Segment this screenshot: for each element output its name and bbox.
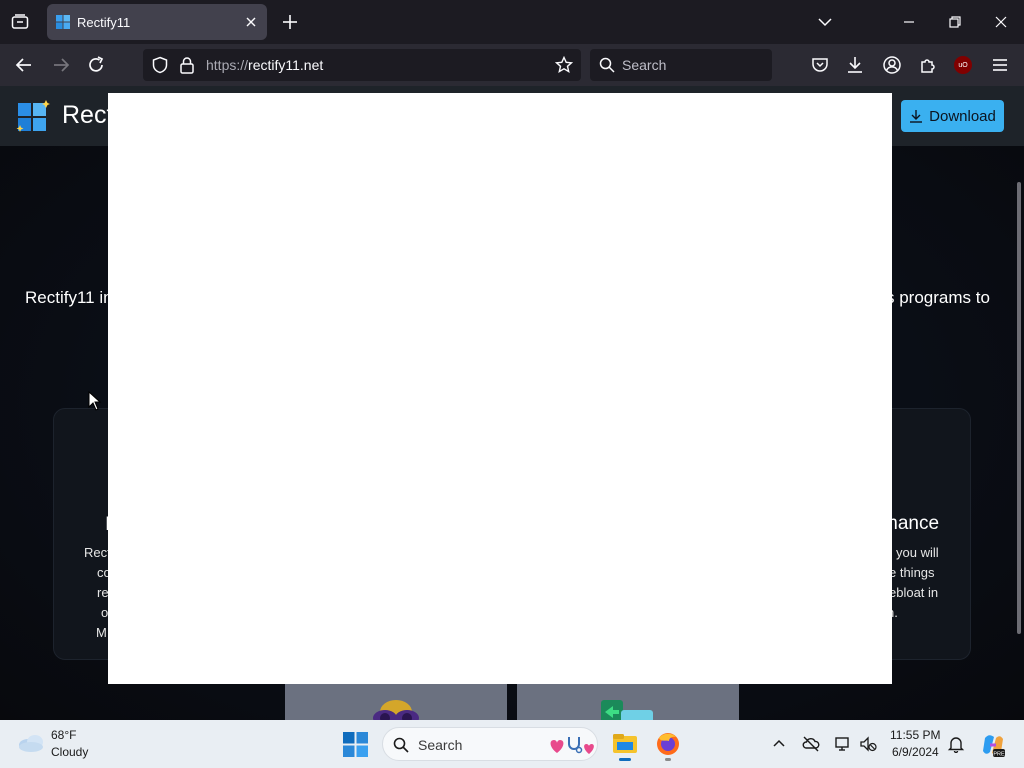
firefox-icon bbox=[657, 733, 679, 755]
weather-temperature[interactable]: 68°F bbox=[51, 728, 76, 742]
extensions-icon[interactable] bbox=[917, 54, 939, 76]
forward-arrow-icon[interactable] bbox=[50, 54, 72, 76]
onedrive-offline-icon[interactable] bbox=[802, 735, 820, 753]
search-icon bbox=[393, 737, 409, 753]
intro-text-right: s programs to bbox=[886, 288, 990, 307]
search-highlight-stethoscope-hearts-icon bbox=[550, 737, 594, 754]
binoculars-illustration-icon bbox=[373, 700, 419, 720]
copilot-icon[interactable]: PRE bbox=[980, 732, 1006, 758]
minimize-icon[interactable] bbox=[899, 12, 919, 32]
feature-card-left-line: re bbox=[97, 585, 109, 600]
browser-nav-bar: https://rectify11.net Search uO bbox=[0, 44, 1024, 86]
close-window-icon[interactable] bbox=[991, 12, 1011, 32]
url-text[interactable]: https://rectify11.net bbox=[206, 57, 323, 73]
running-app-indicator bbox=[665, 758, 671, 761]
lock-icon[interactable] bbox=[179, 56, 195, 74]
tab-rectify11[interactable]: Rectify11 bbox=[47, 4, 267, 40]
download-label: Download bbox=[929, 107, 996, 125]
rectify11-logo-icon[interactable] bbox=[16, 99, 50, 133]
download-icon bbox=[910, 110, 923, 123]
bottom-feature-card-2 bbox=[517, 684, 739, 720]
notification-bell-icon[interactable] bbox=[947, 735, 965, 753]
download-button[interactable]: Download bbox=[901, 100, 1004, 132]
list-all-tabs-icon[interactable] bbox=[8, 10, 32, 34]
file-explorer-app[interactable] bbox=[609, 728, 641, 761]
windows-start-icon[interactable] bbox=[343, 732, 368, 757]
shield-icon[interactable] bbox=[151, 56, 169, 74]
taskbar-search-placeholder: Search bbox=[418, 737, 463, 753]
bottom-feature-card-1 bbox=[285, 684, 507, 720]
chevron-down-icon[interactable] bbox=[815, 12, 835, 32]
bookmark-star-icon[interactable] bbox=[555, 56, 573, 74]
firefox-app[interactable] bbox=[652, 728, 684, 761]
weather-condition[interactable]: Cloudy bbox=[51, 745, 88, 759]
chevron-up-icon[interactable] bbox=[770, 735, 788, 753]
feature-card-right-line: you will bbox=[896, 545, 939, 560]
search-placeholder: Search bbox=[622, 57, 667, 73]
taskbar-search-box[interactable]: Search bbox=[382, 727, 598, 761]
cloudy-weather-icon[interactable] bbox=[17, 732, 45, 754]
svg-text:PRE: PRE bbox=[993, 752, 1005, 758]
feature-card-right-line: e things bbox=[889, 565, 935, 580]
pocket-icon[interactable] bbox=[809, 54, 831, 76]
reload-icon[interactable] bbox=[85, 54, 107, 76]
mouse-cursor-icon bbox=[88, 391, 102, 411]
feature-card-left-line: M bbox=[96, 625, 107, 640]
url-bar[interactable]: https://rectify11.net bbox=[143, 49, 581, 81]
intro-text-left: Rectify11 in bbox=[25, 288, 113, 307]
ublock-origin-icon[interactable]: uO bbox=[954, 56, 972, 74]
tab-title: Rectify11 bbox=[77, 15, 131, 30]
file-explorer-icon bbox=[613, 734, 637, 753]
site-title[interactable]: Rect bbox=[62, 101, 113, 130]
downloads-icon[interactable] bbox=[844, 54, 866, 76]
rectify11-favicon-icon bbox=[56, 15, 70, 29]
back-arrow-icon[interactable] bbox=[13, 54, 35, 76]
feature-card-left-line: Rect bbox=[84, 545, 111, 560]
blank-overlay-popup bbox=[108, 93, 892, 684]
apps-illustration-icon bbox=[601, 700, 653, 720]
active-app-indicator bbox=[619, 758, 631, 761]
hamburger-menu-icon[interactable] bbox=[989, 54, 1011, 76]
network-icon[interactable] bbox=[834, 735, 852, 753]
restore-icon[interactable] bbox=[945, 12, 965, 32]
volume-muted-icon[interactable] bbox=[859, 735, 877, 753]
close-tab-icon[interactable] bbox=[243, 14, 259, 30]
new-tab-icon[interactable] bbox=[280, 12, 300, 32]
browser-search-field[interactable]: Search bbox=[590, 49, 772, 81]
clock-time[interactable]: 11:55 PM bbox=[890, 728, 940, 742]
search-icon bbox=[599, 57, 615, 73]
account-icon[interactable] bbox=[881, 54, 903, 76]
browser-tab-bar: Rectify11 bbox=[0, 0, 1024, 44]
page-scrollbar[interactable] bbox=[1017, 182, 1021, 634]
feature-card-right-line: ebloat in bbox=[889, 585, 939, 600]
clock-date[interactable]: 6/9/2024 bbox=[892, 745, 939, 759]
windows-taskbar: 68°F Cloudy Search 11:55 PM 6/9/2024 PRE bbox=[0, 720, 1024, 768]
